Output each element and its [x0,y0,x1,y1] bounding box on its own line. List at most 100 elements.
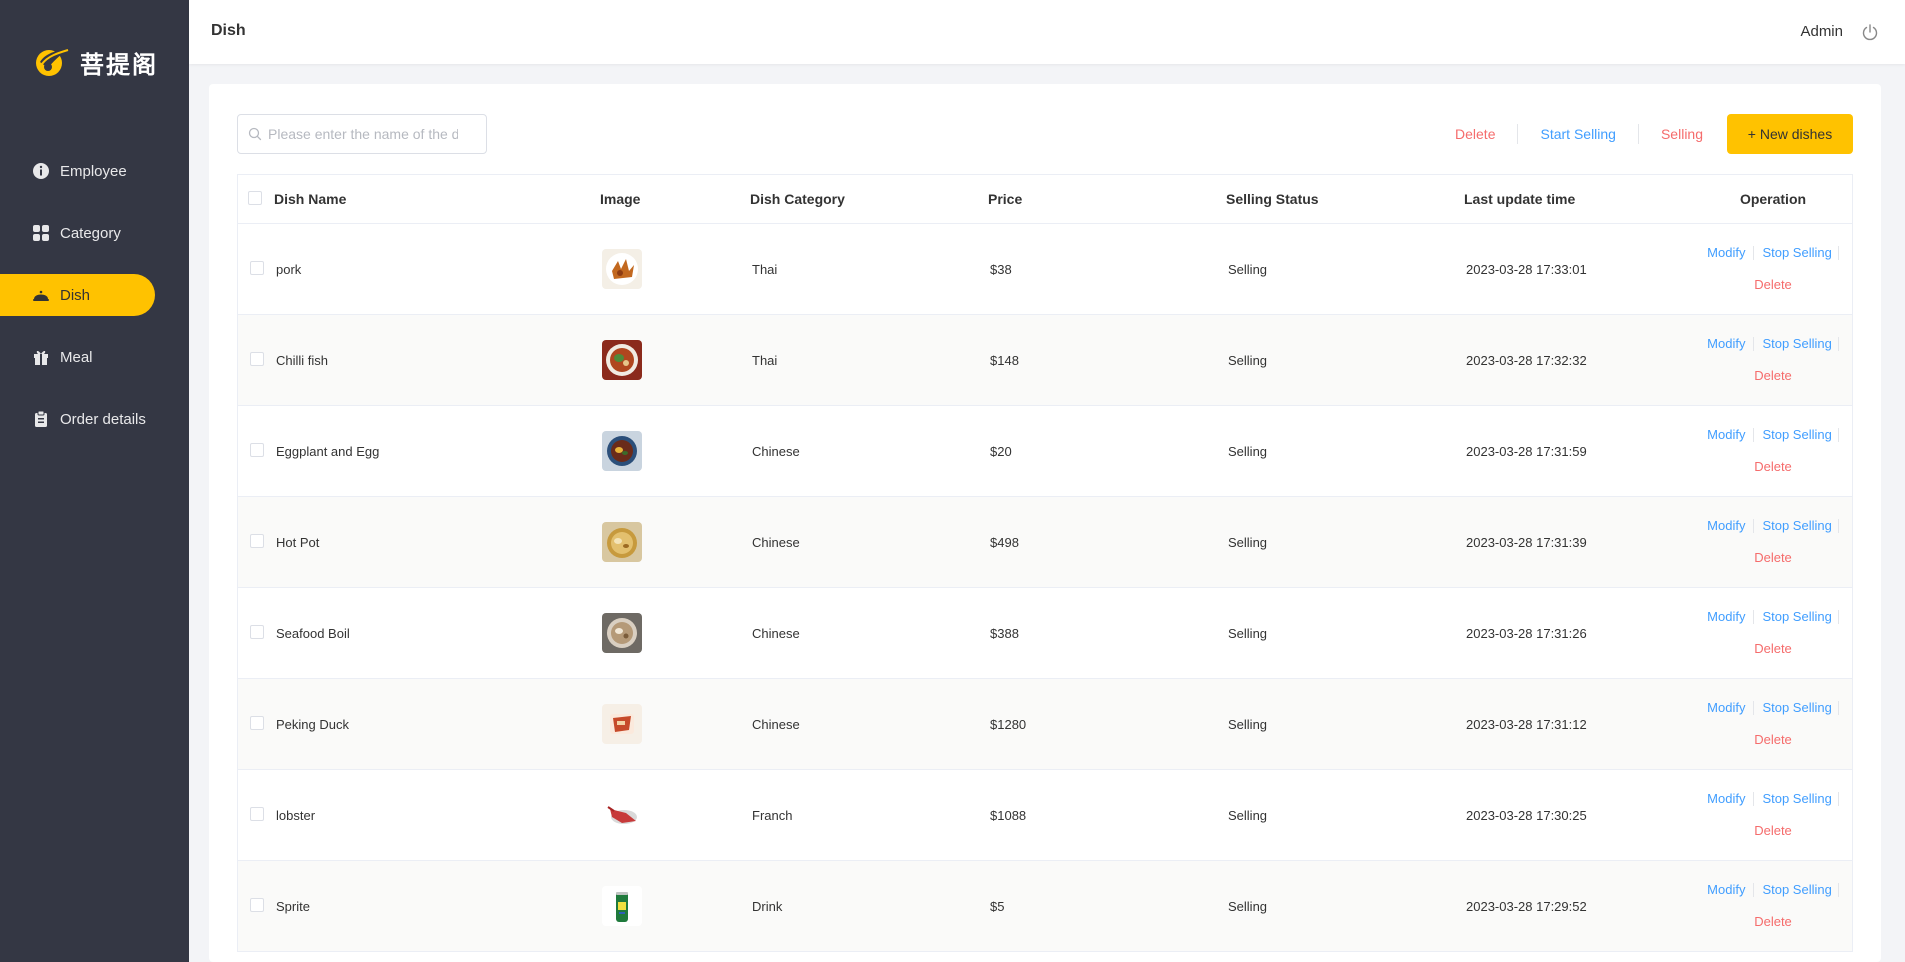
column-header: Image [600,191,641,207]
delete-button[interactable]: Delete [1754,913,1792,931]
lobster-photo [602,795,642,835]
operation-cell: Modify Stop Selling Delete [1694,426,1852,476]
dish-price: $20 [990,443,1012,459]
stop-selling-button[interactable]: Stop Selling [1762,790,1831,808]
column-header: Operation [1739,191,1807,207]
row-checkbox[interactable] [250,624,264,639]
sidebar-item-dish[interactable]: Dish [0,274,155,316]
last-update-time: 2023-03-28 17:31:12 [1466,716,1587,732]
dish-category: Chinese [752,443,800,459]
search-input[interactable] [268,126,458,142]
row-checkbox[interactable] [250,806,264,821]
modify-button[interactable]: Modify [1707,608,1745,626]
dish-price: $148 [990,352,1019,368]
last-update-time: 2023-03-28 17:29:52 [1466,898,1587,914]
operation-cell: Modify Stop Selling Delete [1694,881,1852,931]
row-checkbox[interactable] [250,351,264,366]
delete-button[interactable]: Delete [1754,822,1792,840]
sidebar-nav: Employee Category Dish Meal Order detail… [0,150,189,460]
sidebar-item-order-details[interactable]: Order details [0,398,155,440]
stop-selling-button[interactable]: Stop Selling [1762,335,1831,353]
table-row: Chilli fish Thai $148 Selling 2023-03-28… [238,315,1852,406]
modify-button[interactable]: Modify [1707,790,1745,808]
batch-selling-button[interactable]: Selling [1639,124,1725,144]
delete-button[interactable]: Delete [1754,367,1792,385]
fried-pork-photo [602,249,642,289]
row-checkbox[interactable] [250,442,264,457]
modify-button[interactable]: Modify [1707,881,1745,899]
clipboard-icon [32,410,50,428]
search-box[interactable] [237,114,487,154]
last-update-time: 2023-03-28 17:32:32 [1466,352,1587,368]
stop-selling-button[interactable]: Stop Selling [1762,881,1831,899]
sidebar: 菩提阁 Employee Category Dish Meal Order de… [0,0,189,962]
brand-name: 菩提阁 [80,50,158,79]
modify-button[interactable]: Modify [1707,517,1745,535]
batch-delete-button[interactable]: Delete [1433,124,1519,144]
sidebar-item-label: Order details [60,410,146,428]
operation-cell: Modify Stop Selling Delete [1694,517,1852,567]
stop-selling-button[interactable]: Stop Selling [1762,699,1831,717]
modify-button[interactable]: Modify [1707,699,1745,717]
dish-category: Chinese [752,716,800,732]
delete-button[interactable]: Delete [1754,276,1792,294]
select-all-checkbox[interactable] [248,190,262,205]
row-checkbox[interactable] [250,897,264,912]
stop-selling-button[interactable]: Stop Selling [1762,608,1831,626]
row-check-cell [238,442,274,460]
grid-icon [32,224,50,242]
new-dish-button[interactable]: + New dishes [1727,114,1853,154]
delete-button[interactable]: Delete [1754,458,1792,476]
select-all-cell [238,190,274,208]
sidebar-item-label: Meal [60,348,93,366]
row-checkbox[interactable] [250,260,264,275]
image-cell [600,886,750,926]
peking-duck-photo [602,704,642,744]
delete-button[interactable]: Delete [1754,549,1792,567]
row-checkbox[interactable] [250,533,264,548]
sidebar-item-meal[interactable]: Meal [0,336,155,378]
last-update-time: 2023-03-28 17:31:59 [1466,443,1587,459]
dish-price: $1088 [990,807,1027,823]
operation-cell: Modify Stop Selling Delete [1694,335,1852,385]
stop-selling-button[interactable]: Stop Selling [1762,426,1831,444]
operation-cell: Modify Stop Selling Delete [1694,790,1852,840]
dish-cover-icon [32,286,50,304]
last-update-time: 2023-03-28 17:33:01 [1466,261,1587,277]
modify-button[interactable]: Modify [1707,426,1745,444]
row-checkbox[interactable] [250,715,264,730]
hot-pot-photo [602,522,642,562]
power-icon[interactable] [1861,23,1879,41]
row-check-cell [238,533,274,551]
selling-status: Selling [1228,625,1268,641]
dish-category: Thai [752,352,778,368]
column-header: Selling Status [1226,191,1319,207]
dish-name: lobster [276,807,316,823]
dish-price: $1280 [990,716,1027,732]
row-check-cell [238,897,274,915]
table-row: Peking Duck Chinese $1280 Selling 2023-0… [238,679,1852,770]
image-cell [600,249,750,289]
stop-selling-button[interactable]: Stop Selling [1762,517,1831,535]
row-check-cell [238,624,274,642]
image-cell [600,340,750,380]
column-header: Last update time [1464,191,1576,207]
image-cell [600,522,750,562]
delete-button[interactable]: Delete [1754,731,1792,749]
user-name[interactable]: Admin [1800,23,1843,40]
dish-category: Franch [752,807,793,823]
table-row: Eggplant and Egg Chinese $20 Selling 202… [238,406,1852,497]
dish-category: Drink [752,898,783,914]
dish-table: Dish Name Image Dish Category Price Sell… [237,174,1853,952]
modify-button[interactable]: Modify [1707,244,1745,262]
sidebar-item-employee[interactable]: Employee [0,150,155,192]
dish-price: $498 [990,534,1019,550]
stop-selling-button[interactable]: Stop Selling [1762,244,1831,262]
dish-name: Peking Duck [276,716,349,732]
delete-button[interactable]: Delete [1754,640,1792,658]
table-row: pork Thai $38 Selling 2023-03-28 17:33:0… [238,224,1852,315]
modify-button[interactable]: Modify [1707,335,1745,353]
sidebar-item-category[interactable]: Category [0,212,155,254]
batch-start-selling-button[interactable]: Start Selling [1518,124,1639,144]
brand-logo[interactable]: 菩提阁 [34,44,158,80]
